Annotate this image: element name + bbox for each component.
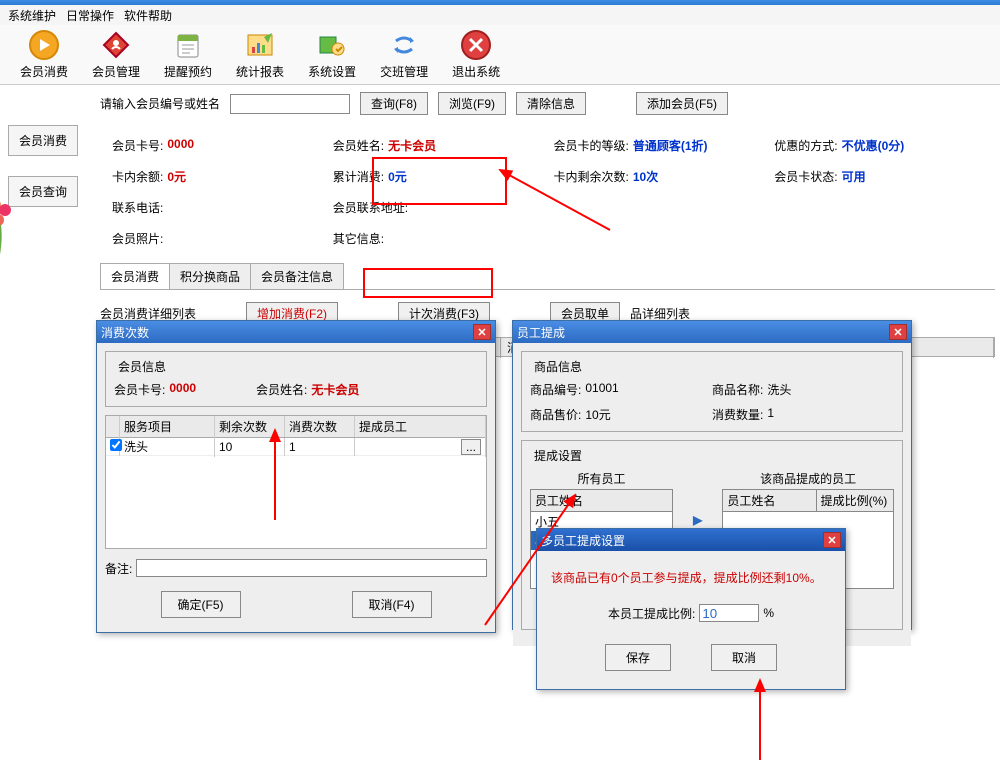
remain-label: 卡内剩余次数:: [554, 168, 629, 185]
menu-help[interactable]: 软件帮助: [124, 7, 172, 24]
name-label: 会员姓名:: [333, 137, 384, 154]
dlg1-note-label: 备注:: [105, 560, 132, 577]
dlg2-close-button[interactable]: ✕: [889, 324, 907, 340]
level-label: 会员卡的等级:: [554, 137, 629, 154]
dlg1-member-info-label: 会员信息: [114, 358, 170, 375]
other-label: 其它信息:: [333, 230, 384, 247]
row-more-button[interactable]: ...: [461, 439, 481, 455]
dlg3-ratio-label: 本员工提成比例:: [608, 605, 695, 622]
menu-daily[interactable]: 日常操作: [66, 7, 114, 24]
dlg1-close-button[interactable]: ✕: [473, 324, 491, 340]
menu-bar: 系统维护 日常操作 软件帮助: [0, 5, 1000, 25]
toolbar-remind[interactable]: 提醒预约: [164, 29, 212, 80]
tab-notes[interactable]: 会员备注信息: [250, 263, 344, 289]
toolbar: 会员消费 会员管理 提醒预约 统计报表 系统设置 交班管理 退出系统: [0, 25, 1000, 85]
dlg2-goods-info-label: 商品信息: [530, 358, 586, 375]
assigned-emp-label: 该商品提成的员工: [722, 470, 894, 487]
balance-label: 卡内余额:: [112, 168, 163, 185]
card-no-value: 0000: [167, 137, 194, 154]
discount-label: 优惠的方式:: [774, 137, 837, 154]
search-input[interactable]: [230, 94, 350, 114]
toolbar-settings[interactable]: 系统设置: [308, 29, 356, 80]
dlg3-title: 多员工提成设置: [541, 532, 625, 549]
toolbar-stats[interactable]: 统计报表: [236, 29, 284, 80]
query-button[interactable]: 查询(F8): [360, 92, 428, 115]
tab-points[interactable]: 积分换商品: [169, 263, 251, 289]
goods-qty-value: 1: [767, 406, 774, 423]
dlg1-card-value: 0000: [169, 381, 196, 398]
level-value: 普通顾客(1折): [633, 137, 708, 154]
dlg2-title: 员工提成: [517, 324, 565, 341]
dlg2-commission-label: 提成设置: [530, 447, 586, 464]
total-value: 0元: [388, 168, 407, 185]
add-member-button[interactable]: 添加会员(F5): [636, 92, 728, 115]
toolbar-member[interactable]: 会员管理: [92, 29, 140, 80]
menu-system[interactable]: 系统维护: [8, 7, 56, 24]
dlg1-name-value: 无卡会员: [311, 381, 359, 398]
balance-value: 0元: [167, 168, 186, 185]
service-row[interactable]: 洗头 10 1 ...: [106, 438, 486, 456]
dlg3-ratio-input[interactable]: [699, 604, 759, 622]
dlg1-note-input[interactable]: [136, 559, 487, 577]
consume-count-dialog: 消费次数 ✕ 会员信息 会员卡号:0000 会员姓名:无卡会员 服务项目 剩余次…: [96, 320, 496, 633]
left-tab-consume[interactable]: 会员消费: [8, 125, 78, 156]
photo-label: 会员照片:: [112, 230, 163, 247]
status-label: 会员卡状态:: [774, 168, 837, 185]
goods-price-value: 10元: [585, 406, 610, 423]
clear-button[interactable]: 清除信息: [516, 92, 586, 115]
dlg3-message: 该商品已有0个员工参与提成，提成比例还剩10%。: [551, 569, 831, 586]
dlg1-ok-button[interactable]: 确定(F5): [161, 591, 241, 618]
total-label: 累计消费:: [333, 168, 384, 185]
goods-name-value: 洗头: [767, 381, 791, 398]
name-value: 无卡会员: [388, 137, 436, 154]
addr-label: 会员联系地址:: [333, 199, 408, 216]
dlg1-title: 消费次数: [101, 324, 149, 341]
toolbar-exit[interactable]: 退出系统: [452, 29, 500, 80]
flower-decoration: [0, 190, 20, 250]
multi-commission-dialog: 多员工提成设置 ✕ 该商品已有0个员工参与提成，提成比例还剩10%。 本员工提成…: [536, 528, 846, 690]
goods-id-value: 01001: [585, 381, 618, 398]
discount-value: 不优惠(0分): [842, 137, 905, 154]
card-no-label: 会员卡号:: [112, 137, 163, 154]
phone-label: 联系电话:: [112, 199, 163, 216]
dlg1-service-table: 服务项目 剩余次数 消费次数 提成员工 洗头 10 1 ...: [105, 415, 487, 549]
move-right-icon[interactable]: ▶: [693, 513, 702, 527]
browse-button[interactable]: 浏览(F9): [438, 92, 506, 115]
remain-value: 10次: [633, 168, 658, 185]
search-label: 请输入会员编号或姓名: [100, 95, 220, 112]
dlg1-cancel-button[interactable]: 取消(F4): [352, 591, 432, 618]
toolbar-consume[interactable]: 会员消费: [20, 29, 68, 80]
dlg3-cancel-button[interactable]: 取消: [711, 644, 777, 671]
dlg3-close-button[interactable]: ✕: [823, 532, 841, 548]
dlg3-save-button[interactable]: 保存: [605, 644, 671, 671]
tab-consume[interactable]: 会员消费: [100, 263, 170, 289]
status-value: 可用: [842, 168, 866, 185]
toolbar-shift[interactable]: 交班管理: [380, 29, 428, 80]
all-emp-label: 所有员工: [530, 470, 673, 487]
